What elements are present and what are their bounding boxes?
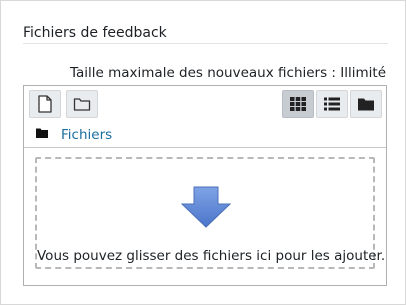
file-drop-zone[interactable]: Vous pouvez glisser des fichiers ici pou… (35, 157, 386, 269)
create-folder-button[interactable] (66, 90, 98, 118)
max-file-size-text: Taille maximale des nouveaux fichiers : … (69, 65, 386, 81)
file-manager: Fichiers Vous pouvez glisser des fichier… (23, 85, 387, 286)
feedback-files-panel: Fichiers de feedback Taille maximale des… (0, 0, 406, 305)
file-icon (38, 95, 52, 113)
path-bar: Fichiers (24, 124, 386, 146)
drop-zone-message: Vous pouvez glisser des fichiers ici pou… (37, 248, 386, 264)
toolbar-divider (24, 147, 386, 148)
list-icon (324, 97, 340, 111)
down-arrow-icon (181, 186, 231, 228)
folder-solid-icon (36, 128, 48, 138)
view-icons-button[interactable] (282, 90, 314, 118)
folder-icon (73, 98, 91, 111)
grid-icon (290, 97, 306, 111)
add-file-button[interactable] (29, 90, 61, 118)
view-list-button[interactable] (316, 90, 348, 118)
path-link-files[interactable]: Fichiers (61, 127, 112, 143)
view-tree-button[interactable] (350, 90, 382, 118)
section-title: Fichiers de feedback (23, 25, 167, 41)
section-divider (23, 43, 388, 44)
folder-solid-icon (358, 98, 374, 111)
file-manager-toolbar (24, 86, 386, 124)
